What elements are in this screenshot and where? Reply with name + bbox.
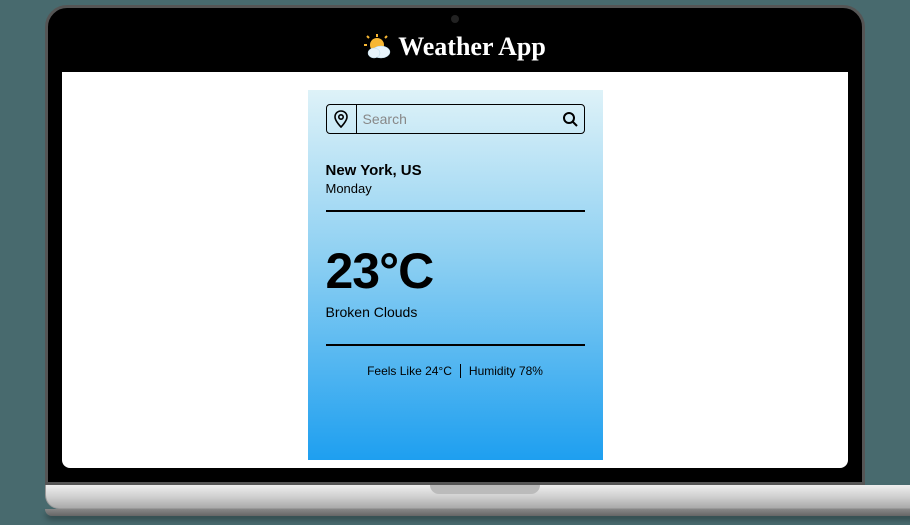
search-icon [562,111,578,127]
vertical-divider [460,364,461,378]
condition-text: Broken Clouds [326,304,585,320]
laptop-base [45,485,910,509]
divider [326,344,585,346]
day-text: Monday [326,181,585,196]
laptop-notch [430,485,540,494]
humidity-text: Humidity 78% [469,364,543,378]
search-button[interactable] [556,105,584,133]
search-input[interactable] [357,111,556,127]
feels-like-text: Feels Like 24°C [367,364,452,378]
app-title: Weather App [398,32,546,62]
divider [326,210,585,212]
camera-dot [451,15,459,23]
temperature: 23°C [326,242,585,300]
app-header: Weather App [62,22,848,72]
sun-cloud-icon [364,34,392,60]
location-button[interactable] [327,105,357,133]
weather-card: New York, US Monday 23°C Broken Clouds F… [308,90,603,460]
laptop-frame: Weather App [45,5,865,516]
content-area: New York, US Monday 23°C Broken Clouds F… [62,72,848,468]
location-pin-icon [333,110,349,128]
screen: Weather App [62,22,848,468]
screen-frame: Weather App [45,5,865,485]
search-bar [326,104,585,134]
weather-footer: Feels Like 24°C Humidity 78% [326,364,585,378]
laptop-feet [45,509,910,516]
location-text: New York, US [326,162,585,179]
